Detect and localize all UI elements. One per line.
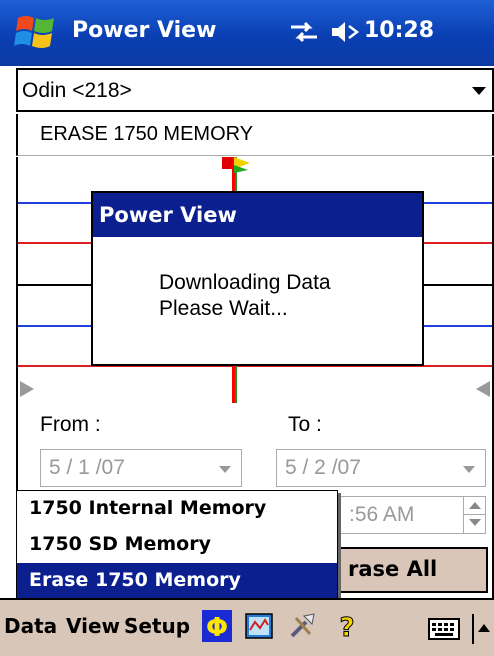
input-panel-toggle[interactable] <box>472 614 492 644</box>
spinner-down-icon[interactable] <box>469 519 481 526</box>
action-header-label: ERASE 1750 MEMORY <box>40 123 254 145</box>
menu-data[interactable]: Data <box>4 614 57 638</box>
app-title: Power View <box>72 18 217 43</box>
chart-icon[interactable] <box>244 610 274 642</box>
erase-all-button[interactable]: rase All <box>338 547 488 593</box>
chevron-down-icon <box>463 466 475 473</box>
volume-icon[interactable] <box>330 18 360 46</box>
to-label: To : <box>288 413 322 436</box>
svg-text:Φ: Φ <box>206 613 228 642</box>
menu-view[interactable]: View <box>66 614 120 638</box>
right-scroll-marker[interactable] <box>476 381 490 397</box>
device-dropdown[interactable]: Odin <218> <box>16 68 494 112</box>
to-date-picker[interactable]: 5 / 2 /07 <box>276 449 486 487</box>
action-header: ERASE 1750 MEMORY <box>16 114 494 156</box>
keyboard-icon[interactable] <box>428 618 460 640</box>
chevron-down-icon <box>472 87 486 95</box>
dialog-message-line1: Downloading Data <box>159 271 331 294</box>
chevron-up-icon <box>478 624 490 632</box>
popup-menu: 1750 Internal Memory 1750 SD Memory Eras… <box>16 490 338 599</box>
from-label: From : <box>40 413 101 436</box>
menu-item-label: Erase 1750 Memory <box>29 569 241 591</box>
to-date-value: 5 / 2 /07 <box>285 456 361 479</box>
svg-text:?: ? <box>339 613 354 642</box>
from-date-picker[interactable]: 5 / 1 /07 <box>40 449 242 487</box>
chevron-down-icon <box>219 466 231 473</box>
time-value: :56 AM <box>349 503 415 526</box>
dialog-title: Power View <box>99 203 237 227</box>
title-bar: Power View 10:28 <box>0 0 494 66</box>
menu-item-label: 1750 SD Memory <box>29 533 211 555</box>
connectivity-icon[interactable] <box>287 18 321 46</box>
menu-setup[interactable]: Setup <box>124 614 190 638</box>
spinner-divider <box>464 514 485 515</box>
progress-dialog: Power View Downloading Data Please Wait.… <box>91 191 424 366</box>
erase-all-label: rase All <box>348 557 438 581</box>
device-dropdown-value: Odin <218> <box>22 79 132 102</box>
clock[interactable]: 10:28 <box>364 18 434 43</box>
menu-item-label: 1750 Internal Memory <box>29 497 267 519</box>
spinner-up-icon[interactable] <box>469 502 481 509</box>
menu-item-sd-memory[interactable]: 1750 SD Memory <box>17 527 337 563</box>
time-spinner[interactable] <box>463 497 485 533</box>
help-icon[interactable]: ? <box>332 610 362 643</box>
flag-marker-icon[interactable] <box>222 157 252 173</box>
phi-icon[interactable]: Φ <box>202 610 232 642</box>
from-date-value: 5 / 1 /07 <box>49 456 125 479</box>
menu-item-erase-memory[interactable]: Erase 1750 Memory <box>17 563 337 599</box>
menu-item-internal-memory[interactable]: 1750 Internal Memory <box>17 491 337 527</box>
dialog-title-bar: Power View <box>93 193 422 237</box>
dialog-message-line2: Please Wait... <box>159 297 288 320</box>
time-field[interactable]: :56 AM <box>338 496 486 534</box>
bottom-menu-bar: Data View Setup Φ ? <box>0 598 494 656</box>
tools-icon[interactable] <box>288 610 318 642</box>
windows-start-icon[interactable] <box>14 12 58 54</box>
left-scroll-marker[interactable] <box>20 381 34 397</box>
